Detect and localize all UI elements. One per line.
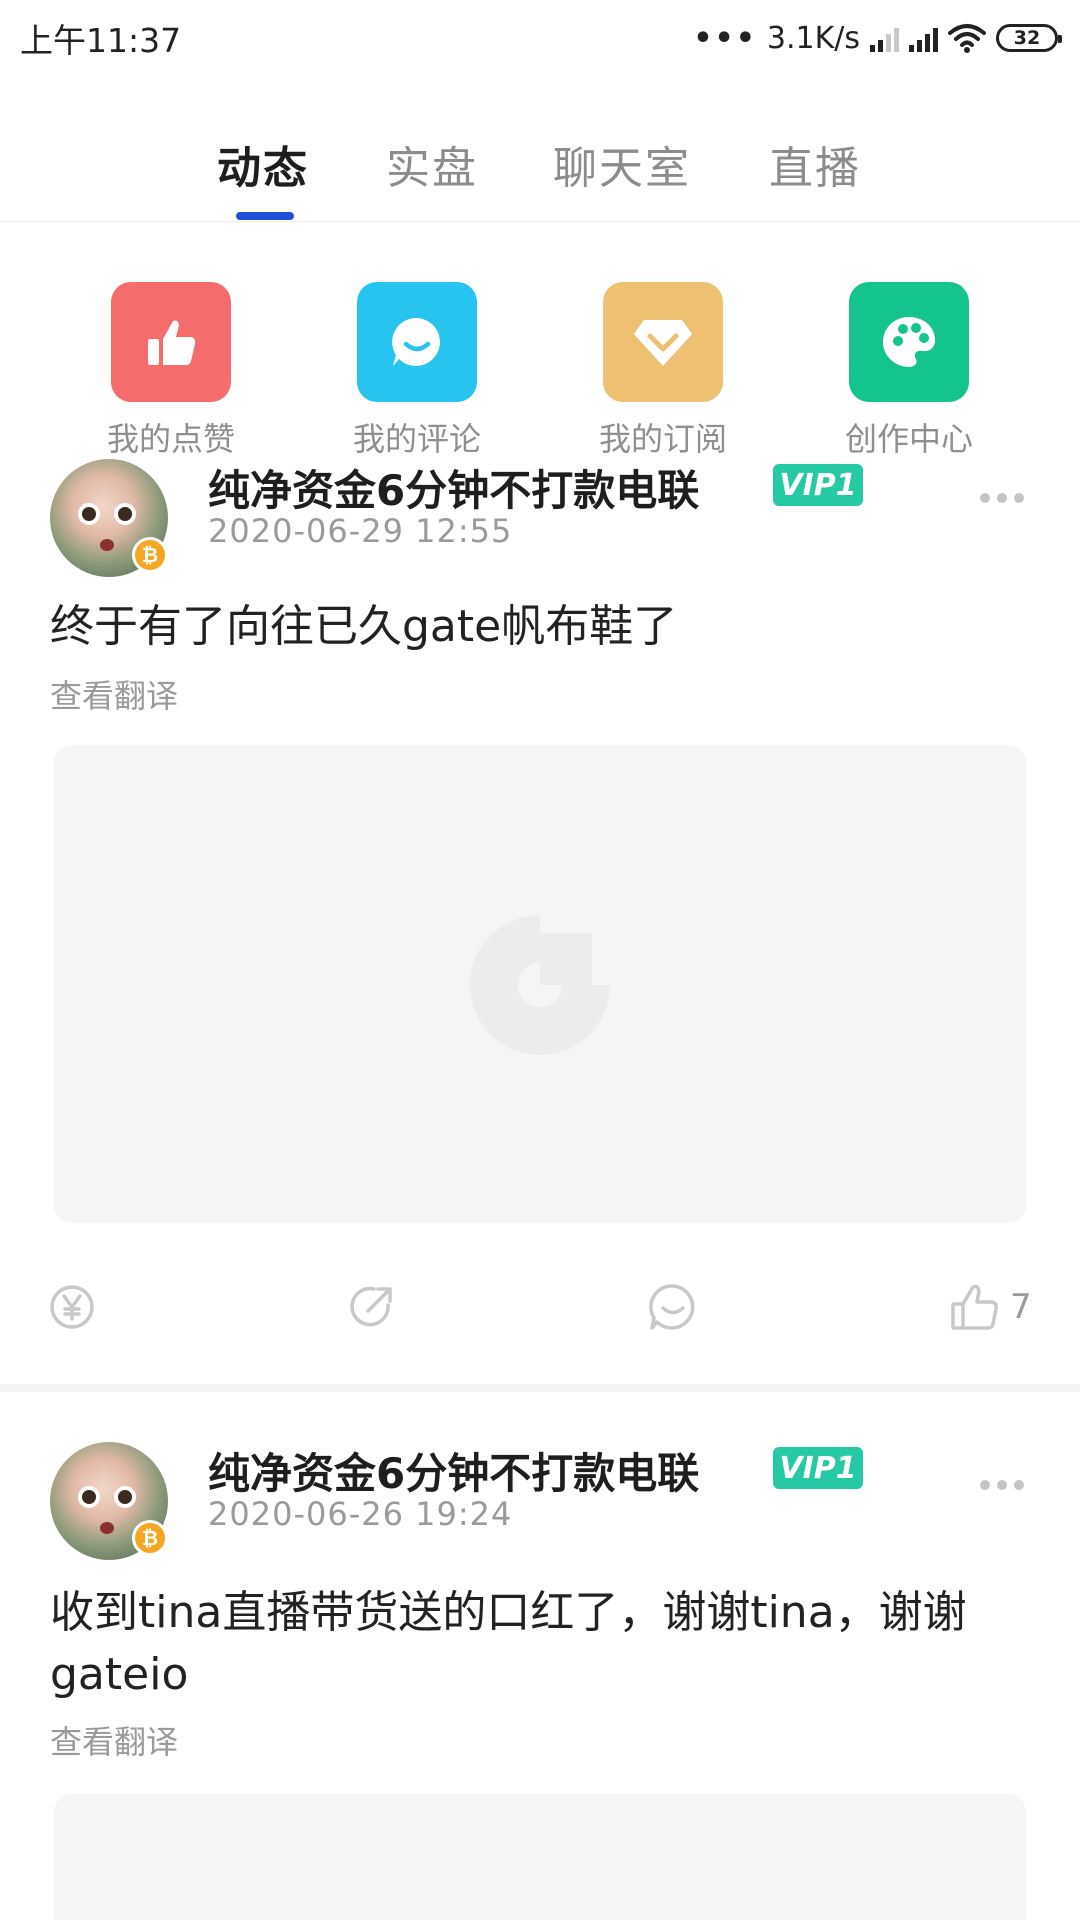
post-image-placeholder[interactable]: [54, 1794, 1026, 1920]
active-tab-indicator: [236, 212, 294, 220]
status-time: 上午11:37: [20, 21, 182, 60]
loading-logo-icon: [470, 915, 610, 1055]
share-icon: [350, 1286, 392, 1327]
vip-badge: VIP1: [773, 464, 863, 506]
post-actions: 7: [0, 1277, 1080, 1337]
network-speed: 3.1K/s: [766, 20, 860, 56]
signal-weak-icon: [870, 24, 899, 52]
more-options-icon[interactable]: [980, 1480, 1024, 1490]
post-username[interactable]: 纯净资金6分钟不打款电联: [208, 457, 699, 518]
shortcut-creator-center[interactable]: 创作中心: [809, 282, 1009, 460]
shortcut-label: 我的订阅: [598, 420, 727, 458]
bitcoin-badge-icon: ₿: [132, 537, 168, 573]
diamond-icon: [603, 282, 723, 402]
bitcoin-badge-icon: ₿: [132, 1520, 168, 1556]
battery-icon: 32: [996, 24, 1062, 52]
notification-dots: •••: [693, 20, 757, 56]
tab-live-trading[interactable]: 实盘: [386, 132, 478, 196]
shortcut-my-comments[interactable]: 我的评论: [317, 282, 517, 460]
shortcut-label: 创作中心: [844, 420, 973, 458]
tab-chat-room[interactable]: 聊天室: [553, 132, 691, 196]
chat-bubble-icon: [357, 282, 477, 402]
status-icons: ••• 3.1K/s 32: [693, 20, 1062, 56]
post-timestamp: 2020-06-26 19:24: [208, 1495, 513, 1533]
shortcut-my-subscriptions[interactable]: 我的订阅: [563, 282, 763, 460]
comment-icon: [649, 1284, 695, 1330]
app-screen: 上午11:37 ••• 3.1K/s 32 动态 实盘 聊天室 直播 我的点赞 …: [0, 0, 1080, 1920]
post-username[interactable]: 纯净资金6分钟不打款电联: [208, 1440, 699, 1501]
status-bar: 上午11:37 ••• 3.1K/s 32: [0, 0, 1080, 76]
shortcut-my-likes[interactable]: 我的点赞: [71, 282, 271, 460]
shortcut-label: 我的点赞: [106, 420, 235, 458]
palette-icon: [849, 282, 969, 402]
avatar[interactable]: ₿: [50, 459, 168, 577]
post-timestamp: 2020-06-29 12:55: [208, 512, 513, 550]
tab-live-stream[interactable]: 直播: [769, 132, 861, 196]
vip-badge: VIP1: [773, 1447, 863, 1489]
shortcut-label: 我的评论: [352, 420, 481, 458]
more-options-icon[interactable]: [980, 493, 1024, 503]
view-translation-link[interactable]: 查看翻译: [50, 671, 178, 717]
comment-button[interactable]: [648, 1277, 698, 1337]
like-count: 7: [1010, 1287, 1032, 1327]
tip-button[interactable]: [48, 1277, 96, 1337]
like-button[interactable]: 7: [950, 1277, 1032, 1337]
post-image-placeholder[interactable]: [54, 745, 1026, 1223]
top-tabs: 动态 实盘 聊天室 直播: [0, 76, 1080, 222]
thumbs-up-outline-icon: [951, 1284, 998, 1330]
yen-coin-icon: [50, 1285, 94, 1329]
post-content: 终于有了向往已久gate帆布鞋了: [50, 601, 678, 652]
post-content: 收到tina直播带货送的口红了，谢谢tina，谢谢gateio: [50, 1587, 967, 1700]
signal-strong-icon: [909, 24, 938, 52]
wifi-icon: [948, 24, 986, 53]
avatar[interactable]: ₿: [50, 1442, 168, 1560]
share-button[interactable]: [348, 1277, 396, 1337]
post-separator: [0, 1384, 1080, 1392]
view-translation-link[interactable]: 查看翻译: [50, 1717, 178, 1763]
tab-dynamics[interactable]: 动态: [217, 132, 309, 196]
thumbs-up-icon: [111, 282, 231, 402]
